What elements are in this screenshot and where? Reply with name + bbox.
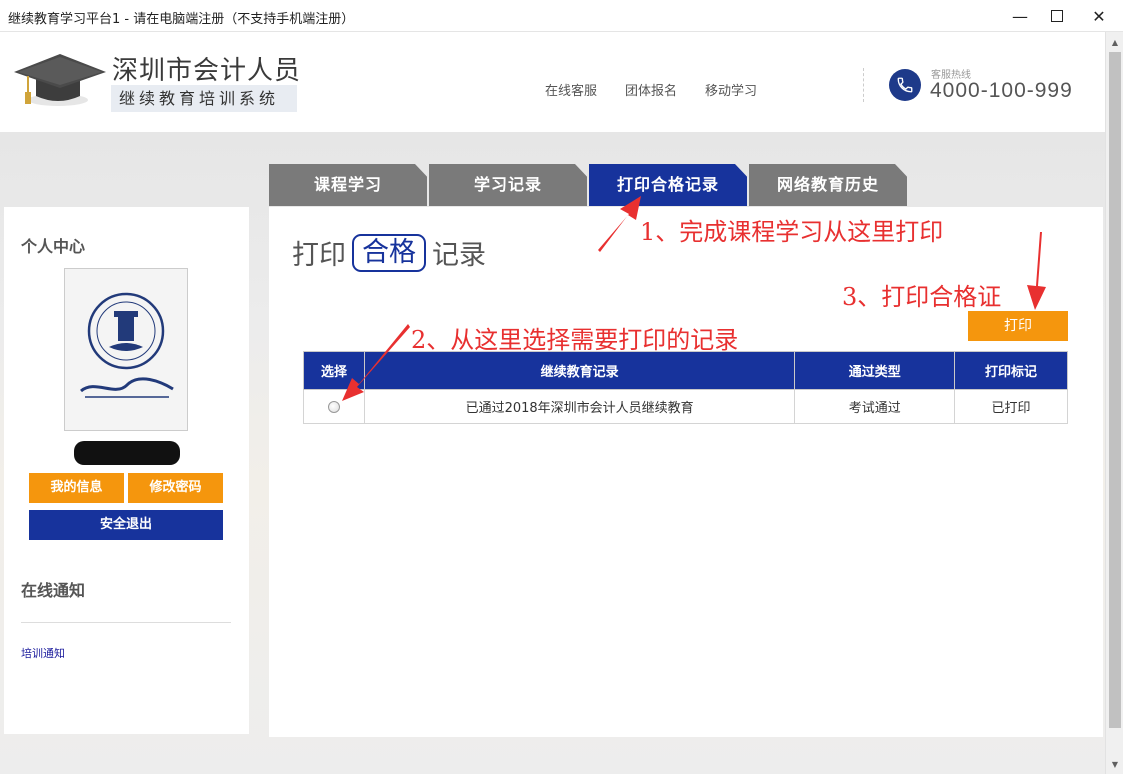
- window-title: 继续教育学习平台1 - 请在电脑端注册（不支持手机端注册）: [8, 12, 355, 27]
- scroll-down-icon[interactable]: ▼: [1106, 756, 1123, 772]
- print-button[interactable]: 打印: [968, 311, 1068, 341]
- annotation-step-2: 2、从这里选择需要打印的记录: [411, 326, 739, 354]
- nav-mobile-learning[interactable]: 移动学习: [705, 80, 757, 99]
- page-title-prefix: 打印: [292, 240, 346, 271]
- change-password-button[interactable]: 修改密码: [128, 473, 223, 503]
- records-table: 选择 继续教育记录 通过类型 打印标记 已通过2018年深圳市会计人员继续教育 …: [303, 351, 1068, 424]
- avatar: [64, 268, 188, 431]
- page-title-boxed: 合格: [352, 233, 426, 272]
- phone-icon: [889, 69, 921, 101]
- university-logo-icon: [65, 269, 187, 430]
- redacted-username: [74, 441, 180, 465]
- page-title-suffix: 记录: [432, 240, 486, 271]
- record-select-radio[interactable]: [327, 400, 340, 413]
- close-button[interactable]: ✕: [1082, 4, 1116, 28]
- annotation-step-1: 1、完成课程学习从这里打印: [640, 218, 944, 246]
- nav-online-service[interactable]: 在线客服: [545, 80, 597, 99]
- tab-study-records[interactable]: 学习记录: [429, 164, 587, 206]
- personal-center-panel: 个人中心 我的信息 修改密码 安全退出 在线通知 培训通知: [4, 207, 249, 734]
- pass-type-cell: 考试通过: [794, 389, 956, 424]
- nav-group-registration[interactable]: 团体报名: [625, 80, 677, 99]
- brand-subtitle: 继续教育培训系统: [111, 85, 297, 112]
- online-notice-title: 在线通知: [21, 581, 86, 600]
- select-cell: [303, 389, 365, 424]
- col-record: 继续教育记录: [363, 351, 796, 390]
- graduation-cap-icon: [14, 54, 106, 106]
- scroll-thumb[interactable]: [1109, 52, 1121, 728]
- tab-online-education-history[interactable]: 网络教育历史: [749, 164, 907, 206]
- brand-title: 深圳市会计人员: [112, 56, 302, 86]
- tab-course-study[interactable]: 课程学习: [269, 164, 427, 206]
- sidebar-divider: [21, 622, 231, 623]
- col-print-mark: 打印标记: [954, 351, 1068, 390]
- minimize-button[interactable]: —: [1003, 4, 1037, 28]
- my-info-button[interactable]: 我的信息: [29, 473, 124, 503]
- page-title: 打印 合格 记录: [292, 233, 486, 272]
- logout-button[interactable]: 安全退出: [29, 510, 223, 540]
- vertical-scrollbar[interactable]: ▲ ▼: [1105, 32, 1123, 774]
- table-row: 已通过2018年深圳市会计人员继续教育 考试通过 已打印: [303, 389, 1068, 424]
- header-divider: [863, 68, 864, 102]
- maximize-icon: [1051, 10, 1063, 22]
- col-pass-type: 通过类型: [794, 351, 956, 390]
- annotation-step-3: 3、打印合格证: [842, 283, 1002, 311]
- table-header-row: 选择 继续教育记录 通过类型 打印标记: [303, 351, 1068, 390]
- window-titlebar: 继续教育学习平台1 - 请在电脑端注册（不支持手机端注册） — ✕: [0, 0, 1123, 32]
- personal-center-title: 个人中心: [21, 237, 86, 256]
- training-notice-link[interactable]: 培训通知: [21, 645, 65, 661]
- record-cell: 已通过2018年深圳市会计人员继续教育: [363, 389, 796, 424]
- site-header: 深圳市会计人员 继续教育培训系统 在线客服 团体报名 移动学习 客服热线 400…: [0, 32, 1105, 132]
- col-select: 选择: [303, 351, 365, 390]
- tab-print-qualified-records[interactable]: 打印合格记录: [589, 164, 747, 206]
- scroll-up-icon[interactable]: ▲: [1106, 34, 1123, 50]
- hotline-number: 4000-100-999: [930, 79, 1073, 102]
- maximize-button[interactable]: [1040, 4, 1074, 28]
- print-mark-cell: 已打印: [954, 389, 1068, 424]
